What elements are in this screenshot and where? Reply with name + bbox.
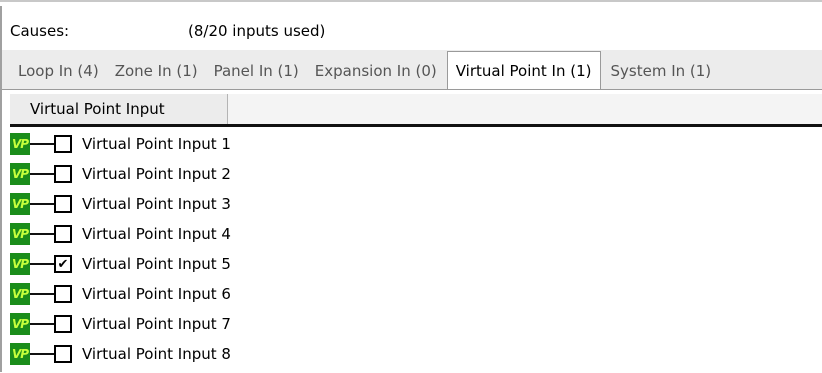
tab-label: Expansion In (0) [314,62,437,80]
tree-connector [30,203,54,205]
tab-expansion-in[interactable]: Expansion In (0) [309,53,443,89]
list-item-label: Virtual Point Input 8 [82,345,231,363]
tab-label: Panel In (1) [213,62,299,80]
list-item-label: Virtual Point Input 2 [82,165,231,183]
tree-connector [30,233,54,235]
tab-label: Virtual Point In (1) [455,61,592,80]
list-item[interactable]: VP ✔ Virtual Point Input 5 [10,249,822,279]
vp-badge-icon: VP [10,283,30,305]
list-item-label: Virtual Point Input 6 [82,285,231,303]
tree-connector [30,293,54,295]
tab-label: System In (1) [610,62,712,80]
tab-system-in[interactable]: System In (1) [605,53,718,89]
checkbox[interactable] [54,225,72,243]
list-item-label: Virtual Point Input 4 [82,225,231,243]
list-item[interactable]: VP Virtual Point Input 8 [10,339,822,369]
tab-loop-in[interactable]: Loop In (4) [12,53,105,89]
tree-connector [30,323,54,325]
vp-badge-icon: VP [10,193,30,215]
list-item[interactable]: VP Virtual Point Input 4 [10,219,822,249]
tree-connector [30,353,54,355]
checkbox-checked[interactable]: ✔ [54,255,72,273]
vp-badge-icon: VP [10,343,30,365]
checkbox[interactable] [54,165,72,183]
list-item[interactable]: VP Virtual Point Input 6 [10,279,822,309]
list-item[interactable]: VP Virtual Point Input 7 [10,309,822,339]
tab-label: Loop In (4) [18,62,99,80]
column-header-virtual-point-input[interactable]: Virtual Point Input [10,94,228,124]
list-item[interactable]: VP Virtual Point Input 1 [10,129,822,159]
list-item-label: Virtual Point Input 1 [82,135,231,153]
vp-badge-icon: VP [10,133,30,155]
list-item-label: Virtual Point Input 7 [82,315,231,333]
vp-badge-icon: VP [10,253,30,275]
tree-connector [30,173,54,175]
causes-summary: Causes: (8/20 inputs used) [10,20,325,42]
tab-zone-in[interactable]: Zone In (1) [109,53,204,89]
checkbox[interactable] [54,345,72,363]
tab-virtual-point-in[interactable]: Virtual Point In (1) [446,51,601,89]
list-item-label: Virtual Point Input 5 [82,255,231,273]
checkbox[interactable] [54,195,72,213]
tab-panel-in[interactable]: Panel In (1) [208,53,305,89]
list-item[interactable]: VP Virtual Point Input 3 [10,189,822,219]
inputs-used-count: (8/20 inputs used) [188,22,326,40]
virtual-point-input-list: VP Virtual Point Input 1 VP Virtual Point I… [10,129,822,369]
checkbox[interactable] [54,285,72,303]
vp-badge-icon: VP [10,163,30,185]
tree-connector [30,263,54,265]
input-type-tabs: Loop In (4) Zone In (1) Panel In (1) Exp… [12,51,718,89]
list-item[interactable]: VP Virtual Point Input 2 [10,159,822,189]
header-divider [10,124,822,127]
checkbox[interactable] [54,135,72,153]
causes-label: Causes: [10,22,70,40]
column-header-label: Virtual Point Input [30,100,165,118]
vp-badge-icon: VP [10,223,30,245]
checkbox[interactable] [54,315,72,333]
tree-connector [30,143,54,145]
vp-badge-icon: VP [10,313,30,335]
tab-label: Zone In (1) [114,62,198,80]
top-divider [0,0,822,6]
list-item-label: Virtual Point Input 3 [82,195,231,213]
